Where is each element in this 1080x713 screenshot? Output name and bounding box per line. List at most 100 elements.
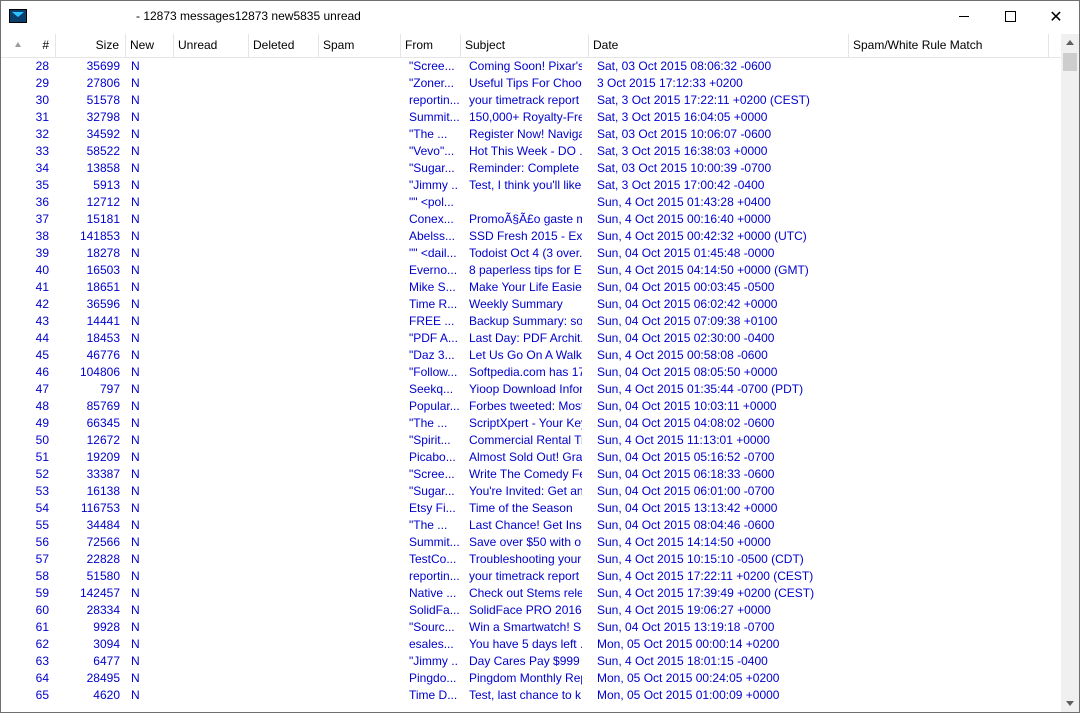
message-row[interactable]: 47 797 N Seekq... Yioop Download Infor... Sun… bbox=[1, 381, 1061, 398]
message-date-cell: Sun, 04 Oct 2015 07:09:38 +0100 bbox=[597, 314, 778, 328]
message-num-cell: 58 bbox=[35, 569, 49, 583]
message-subject-cell: Backup Summary: so... bbox=[469, 314, 582, 328]
message-row[interactable]: 56 72566 N Summit... Save over $50 with o..… bbox=[1, 534, 1061, 551]
message-row[interactable]: 41 18651 N Mike S... Make Your Life Easier..… bbox=[1, 279, 1061, 296]
column-header-new[interactable]: New bbox=[126, 34, 174, 57]
message-row[interactable]: 62 3094 Nesales... You have 5 days left ...… bbox=[1, 636, 1061, 653]
message-row[interactable]: 55 34484 N "The ... Last Chance! Get Ins... S… bbox=[1, 517, 1061, 534]
message-row[interactable]: 65 4620 N Time D... Test, last chance to k..… bbox=[1, 687, 1061, 704]
message-row[interactable]: 57 22828 N TestCo... Troubleshooting your ..… bbox=[1, 551, 1061, 568]
column-header-deleted[interactable]: Deleted bbox=[249, 34, 319, 57]
message-size-cell: 27806 bbox=[86, 76, 120, 90]
message-new-cell: N bbox=[131, 195, 140, 209]
message-subject-cell: Hot This Week - DO ... bbox=[469, 144, 582, 158]
message-row[interactable]: 59 142457 N Native ... Check out Stems rele.… bbox=[1, 585, 1061, 602]
message-row[interactable]: 35 5913 N "Jimmy ... Test, I think you'll li… bbox=[1, 177, 1061, 194]
message-date-cell: Sun, 4 Oct 2015 11:13:01 +0000 bbox=[597, 433, 770, 447]
message-size-cell: 16138 bbox=[86, 484, 120, 498]
column-header-rule-match[interactable]: Spam/White Rule Match bbox=[849, 34, 1049, 57]
message-row[interactable]: 50 12672 N "Spirit... Commercial Rental Tr..… bbox=[1, 432, 1061, 449]
scroll-down-arrow-icon[interactable] bbox=[1061, 695, 1079, 712]
message-list[interactable]: 28 35699 N "Scree... Coming Soon! Pixar's ..… bbox=[1, 58, 1061, 712]
message-date-cell: Sat, 3 Oct 2015 17:00:42 -0400 bbox=[597, 178, 765, 192]
message-new-cell: N bbox=[131, 178, 140, 192]
message-row[interactable]: 38 141853 N Abelss... SSD Fresh 2015 - Ext..… bbox=[1, 228, 1061, 245]
message-from-cell: "PDF A... bbox=[409, 331, 458, 345]
message-date-cell: Sun, 04 Oct 2015 06:18:33 -0600 bbox=[597, 467, 775, 481]
message-row[interactable]: 43 14441 N FREE ... Backup Summary: so... Sun… bbox=[1, 313, 1061, 330]
message-date-cell: Sun, 4 Oct 2015 04:14:50 +0000 (GMT) bbox=[597, 263, 809, 277]
message-size-cell: 33387 bbox=[86, 467, 120, 481]
message-size-cell: 12712 bbox=[86, 195, 120, 209]
message-row[interactable]: 31 32798 N Summit... 150,000+ Royalty-Fre..… bbox=[1, 109, 1061, 126]
message-row[interactable]: 48 85769 N Popular... Forbes tweeted: Most..… bbox=[1, 398, 1061, 415]
message-row[interactable]: 34 13858 N "Sugar... Reminder: Complete y...… bbox=[1, 160, 1061, 177]
message-subject-cell: your timetrack report ... bbox=[469, 569, 582, 583]
message-num-cell: 62 bbox=[35, 637, 49, 651]
message-from-cell: "Jimmy ... bbox=[409, 654, 459, 668]
message-row[interactable]: 37 15181 N Conex... PromoÃ§Ã£o gaste m... Sun… bbox=[1, 211, 1061, 228]
message-subject-cell: Commercial Rental Tr... bbox=[469, 433, 582, 447]
message-new-cell: N bbox=[131, 280, 140, 294]
message-row[interactable]: 49 66345 N "The ... ScriptXpert - Your Key..… bbox=[1, 415, 1061, 432]
message-row[interactable]: 32 34592 N "The ... Register Now! Naviga... S… bbox=[1, 126, 1061, 143]
message-size-cell: 58522 bbox=[86, 144, 120, 158]
message-row[interactable]: 30 51578 Nreportin... your timetrack report… bbox=[1, 92, 1061, 109]
message-row[interactable]: 64 28495 N Pingdo... Pingdom Monthly Rep... M… bbox=[1, 670, 1061, 687]
message-subject-cell: Useful Tips For Choos... bbox=[469, 76, 582, 90]
message-size-cell: 116753 bbox=[80, 501, 120, 515]
message-row[interactable]: 29 27806 N "Zoner... Useful Tips For Choos..… bbox=[1, 75, 1061, 92]
message-row[interactable]: 36 12712 N "" <pol... Sun, 4 Oct 2015 01:43:… bbox=[1, 194, 1061, 211]
maximize-button[interactable] bbox=[987, 1, 1033, 32]
message-subject-cell: Weekly Summary bbox=[469, 297, 563, 311]
message-num-cell: 57 bbox=[35, 552, 49, 566]
message-row[interactable]: 63 6477 N "Jimmy ... Day Cares Pay $999 ... S… bbox=[1, 653, 1061, 670]
message-row[interactable]: 42 36596 N Time R... Weekly Summary Sun, 04 O… bbox=[1, 296, 1061, 313]
message-row[interactable]: 33 58522 N "Vevo"... Hot This Week - DO ... S… bbox=[1, 143, 1061, 160]
column-header-from[interactable]: From bbox=[401, 34, 461, 57]
message-row[interactable]: 53 16138 N "Sugar... You're Invited: Get an.… bbox=[1, 483, 1061, 500]
title-bar[interactable]: - 12873 messages12873 new5835 unread ✕ bbox=[1, 1, 1079, 32]
message-row[interactable]: 58 51580 Nreportin... your timetrack report… bbox=[1, 568, 1061, 585]
message-from-cell: Popular... bbox=[409, 399, 459, 413]
message-date-cell: Sat, 3 Oct 2015 16:38:03 +0000 bbox=[597, 144, 768, 158]
message-from-cell: Mike S... bbox=[409, 280, 456, 294]
message-subject-cell: your timetrack report ... bbox=[469, 93, 582, 107]
message-row[interactable]: 52 33387 N "Scree... Write The Comedy Fe... S… bbox=[1, 466, 1061, 483]
message-new-cell: N bbox=[131, 59, 140, 73]
message-row[interactable]: 44 18453 N "PDF A... Last Day: PDF Archit...… bbox=[1, 330, 1061, 347]
close-button[interactable]: ✕ bbox=[1033, 1, 1079, 32]
message-size-cell: 72566 bbox=[86, 535, 120, 549]
message-new-cell: N bbox=[131, 399, 140, 413]
message-row[interactable]: 51 19209 N Picabo... Almost Sold Out! Grab..… bbox=[1, 449, 1061, 466]
column-header-size[interactable]: Size bbox=[56, 34, 126, 57]
message-row[interactable]: 28 35699 N "Scree... Coming Soon! Pixar's ..… bbox=[1, 58, 1061, 75]
column-header-spam[interactable]: Spam bbox=[319, 34, 401, 57]
message-new-cell: N bbox=[131, 603, 140, 617]
message-row[interactable]: 40 16503 N Everno... 8 paperless tips for Ev… bbox=[1, 262, 1061, 279]
scroll-up-arrow-icon[interactable] bbox=[1061, 34, 1079, 51]
message-num-cell: 48 bbox=[35, 399, 49, 413]
message-num-cell: 43 bbox=[35, 314, 49, 328]
message-num-cell: 31 bbox=[35, 110, 49, 124]
message-size-cell: 6477 bbox=[93, 654, 120, 668]
message-row[interactable]: 46 104806 N "Follow... Softpedia.com has 17.… bbox=[1, 364, 1061, 381]
message-size-cell: 36596 bbox=[86, 297, 120, 311]
message-row[interactable]: 61 9928 N "Sourc... Win a Smartwatch! S... Su… bbox=[1, 619, 1061, 636]
column-header-unread[interactable]: Unread bbox=[174, 34, 249, 57]
message-row[interactable]: 54 116753 N Etsy Fi... Time of the Season Sun… bbox=[1, 500, 1061, 517]
message-from-cell: Abelss... bbox=[409, 229, 456, 243]
message-num-cell: 33 bbox=[35, 144, 49, 158]
message-num-cell: 46 bbox=[35, 365, 49, 379]
vertical-scrollbar[interactable] bbox=[1061, 34, 1079, 712]
minimize-button[interactable] bbox=[941, 1, 987, 32]
column-header-date[interactable]: Date bbox=[589, 34, 849, 57]
message-size-cell: 51578 bbox=[86, 93, 120, 107]
message-row[interactable]: 60 28334 N SolidFa... SolidFace PRO 2016...… bbox=[1, 602, 1061, 619]
column-header-number[interactable]: # bbox=[1, 34, 56, 57]
message-row[interactable]: 39 18278 N "" <dail... Todoist Oct 4 (3 over… bbox=[1, 245, 1061, 262]
column-header-subject[interactable]: Subject bbox=[461, 34, 589, 57]
window-title: - 12873 messages12873 new5835 unread bbox=[136, 9, 361, 23]
scrollbar-thumb[interactable] bbox=[1063, 53, 1077, 71]
message-row[interactable]: 45 46776 N "Daz 3... Let Us Go On A Walk... S… bbox=[1, 347, 1061, 364]
